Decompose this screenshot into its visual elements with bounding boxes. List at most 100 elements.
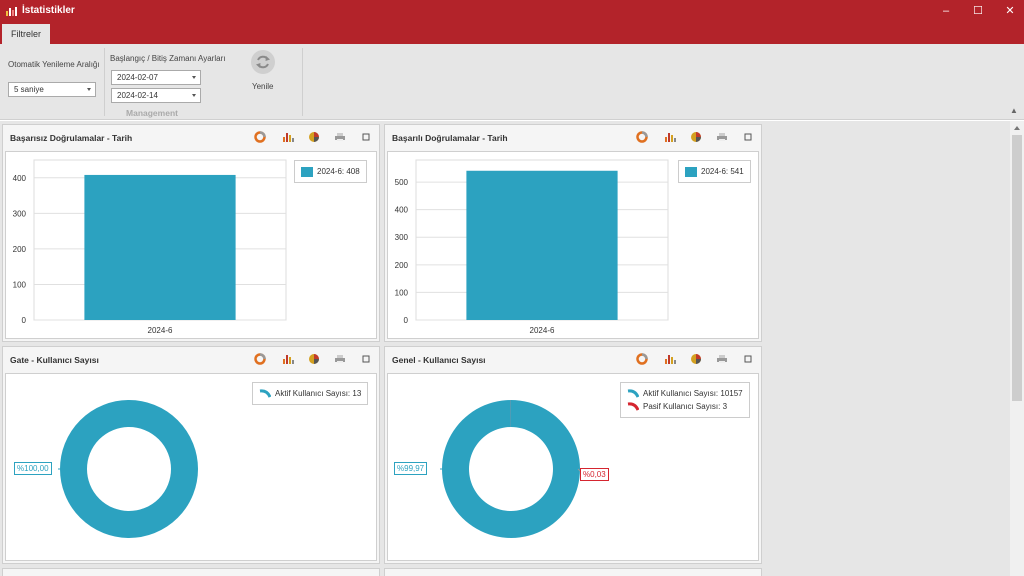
panel-title: Başarısız Doğrulamalar - Tarih	[10, 133, 133, 143]
chevron-down-icon	[87, 88, 91, 91]
start-date-value: 2024-02-07	[117, 73, 158, 82]
close-button[interactable]: ✕	[994, 0, 1024, 22]
legend-label: 2024-6: 408	[317, 167, 360, 176]
y-tick-label: 200	[395, 261, 409, 270]
legend-swatch	[685, 166, 697, 177]
chart-area: Aktif Kullanıcı Sayısı: 13 %100,00	[5, 373, 377, 561]
end-date-picker[interactable]: 2024-02-14	[111, 88, 201, 103]
y-tick-label: 0	[404, 316, 409, 325]
tab-filtreler[interactable]: Filtreler	[2, 24, 50, 44]
legend-swatch	[627, 401, 640, 412]
chevron-down-icon	[192, 94, 196, 97]
chevron-down-icon	[192, 76, 196, 79]
title-bar: İstatistikler – ☐ ✕	[0, 0, 1024, 22]
minimize-button[interactable]: –	[930, 0, 962, 22]
refresh-button-label: Yenile	[252, 82, 274, 91]
refresh-interval-select[interactable]: 5 saniye	[8, 82, 96, 97]
pie-slice	[442, 400, 581, 538]
legend-label: Aktif Kullanıcı Sayısı: 10157	[643, 389, 743, 398]
donut-chart-icon[interactable]	[253, 130, 267, 144]
panel-title: Gate - Kullanıcı Sayısı	[10, 355, 99, 365]
y-tick-label: 400	[395, 206, 409, 215]
gate-user-count-panel: Gate - Kullanıcı Sayısı Aktif Kullanıcı …	[2, 346, 380, 564]
maximize-panel-icon[interactable]	[359, 130, 373, 144]
panel-toolbar	[253, 352, 373, 366]
pie-chart-icon[interactable]	[689, 352, 703, 366]
pie-slice	[60, 400, 198, 538]
refresh-icon	[251, 50, 275, 74]
bar-chart-icon[interactable]	[281, 130, 295, 144]
end-date-value: 2024-02-14	[117, 91, 158, 100]
legend-label: 2024-6: 541	[701, 167, 744, 176]
partial-panel	[384, 568, 762, 576]
y-tick-label: 400	[13, 174, 27, 183]
print-icon[interactable]	[333, 130, 347, 144]
panel-header: Başarılı Doğrulamalar - Tarih	[385, 125, 761, 149]
panel-toolbar	[635, 352, 755, 366]
successful-auth-panel: Başarılı Doğrulamalar - Tarih 0 100 200 300…	[384, 124, 762, 342]
partial-panel	[2, 568, 380, 576]
bar-chart-icon[interactable]	[663, 352, 677, 366]
maximize-panel-icon[interactable]	[359, 352, 373, 366]
panel-header: Başarısız Doğrulamalar - Tarih	[3, 125, 379, 149]
maximize-panel-icon[interactable]	[741, 130, 755, 144]
panel-title: Başarılı Doğrulamalar - Tarih	[392, 133, 508, 143]
panel-title: Genel - Kullanıcı Sayısı	[392, 355, 486, 365]
legend-swatch	[627, 388, 640, 399]
chart-area: 0 100 200 300 400 500 2024-6 2024-6: 541	[387, 151, 759, 339]
panel-toolbar	[253, 130, 373, 144]
y-tick-label: 500	[395, 178, 409, 187]
ribbon-separator	[302, 48, 303, 116]
refresh-button[interactable]: Yenile	[248, 50, 278, 94]
donut-chart-icon[interactable]	[635, 352, 649, 366]
chart-legend: 2024-6: 408	[294, 160, 367, 183]
y-tick-label: 300	[13, 209, 27, 218]
window-title: İstatistikler	[22, 5, 75, 16]
y-tick-label: 0	[22, 316, 27, 325]
panel-toolbar	[635, 130, 755, 144]
pie-chart-icon[interactable]	[689, 130, 703, 144]
chart-area: 0 100 200 300 400 2024-6 2024-6: 408	[5, 151, 377, 339]
y-tick-label: 100	[13, 280, 27, 289]
bar-chart-icon[interactable]	[663, 130, 677, 144]
scrollbar-thumb[interactable]	[1012, 135, 1022, 401]
general-user-count-panel: Genel - Kullanıcı Sayısı Aktif Kullanıcı…	[384, 346, 762, 564]
legend-label: Aktif Kullanıcı Sayısı: 13	[275, 389, 362, 398]
legend-swatch	[301, 166, 313, 177]
donut-chart-icon[interactable]	[635, 130, 649, 144]
slice-label: %0,03	[580, 468, 609, 481]
panel-header: Gate - Kullanıcı Sayısı	[3, 347, 379, 371]
scroll-up-icon[interactable]	[1014, 126, 1020, 130]
bar-chart-icon[interactable]	[281, 352, 295, 366]
failed-auth-panel: Başarısız Doğrulamalar - Tarih 0 100 200 30…	[2, 124, 380, 342]
panel-header: Genel - Kullanıcı Sayısı	[385, 347, 761, 371]
slice-label: %99,97	[394, 462, 428, 475]
legend-label: Pasif Kullanıcı Sayısı: 3	[643, 402, 728, 411]
date-range-label: Başlangıç / Bitiş Zamanı Ayarları	[110, 54, 226, 63]
chart-area: Aktif Kullanıcı Sayısı: 10157 Pasif Kull…	[387, 373, 759, 561]
ribbon-separator	[104, 48, 105, 116]
print-icon[interactable]	[715, 130, 729, 144]
y-tick-label: 200	[13, 245, 27, 254]
x-tick-label: 2024-6	[530, 326, 555, 335]
print-icon[interactable]	[333, 352, 347, 366]
print-icon[interactable]	[715, 352, 729, 366]
vertical-scrollbar[interactable]	[1010, 121, 1024, 576]
ribbon-tab-bar: Filtreler	[0, 22, 1024, 44]
y-tick-label: 100	[395, 288, 409, 297]
chart-legend: Aktif Kullanıcı Sayısı: 10157 Pasif Kull…	[620, 382, 750, 418]
y-tick-label: 300	[395, 233, 409, 242]
x-tick-label: 2024-6	[148, 326, 173, 335]
pie-chart-icon[interactable]	[307, 352, 321, 366]
refresh-interval-label: Otomatik Yenileme Aralığı	[8, 60, 100, 69]
bar	[84, 174, 236, 320]
maximize-button[interactable]: ☐	[962, 0, 994, 22]
start-date-picker[interactable]: 2024-02-07	[111, 70, 201, 85]
donut-chart-icon[interactable]	[253, 352, 267, 366]
stats-app-icon	[6, 7, 17, 16]
legend-swatch	[259, 388, 272, 399]
maximize-panel-icon[interactable]	[741, 352, 755, 366]
pie-chart-icon[interactable]	[307, 130, 321, 144]
chart-legend: Aktif Kullanıcı Sayısı: 13	[252, 382, 369, 405]
collapse-ribbon-icon[interactable]: ▲	[1010, 106, 1018, 115]
